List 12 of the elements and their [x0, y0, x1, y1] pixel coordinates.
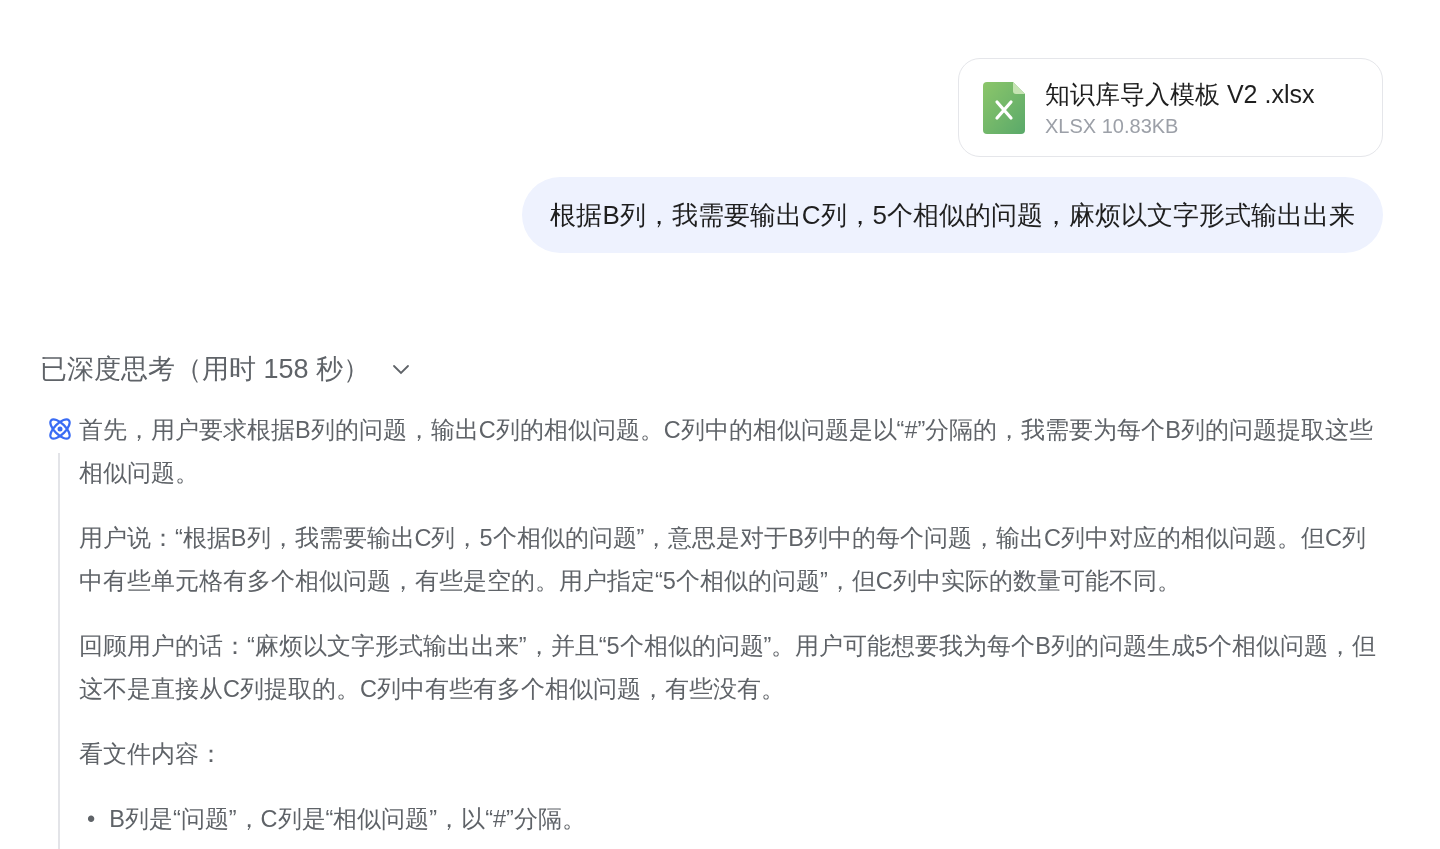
thinking-paragraph: 看文件内容： [79, 740, 224, 769]
file-meta: XLSX 10.83KB [1045, 114, 1180, 138]
spreadsheet-file-icon [983, 81, 1025, 134]
thinking-bullet: B列是“问题”，C列是“相似问题”，以“#”分隔。 [109, 805, 586, 834]
file-name: 知识库导入模板 V2 .xlsx [1045, 78, 1315, 110]
thinking-toggle[interactable]: 已深度思考（用时 158 秒） [40, 351, 411, 387]
thinking-paragraph: 用户说：“根据B列，我需要输出C列，5个相似的问题”，意思是对于B列中的每个问题，输出C列中对应的相似问题。但C列中有些单元格有多个相似问题，有些是空的。用户指定“5个相似的问题”，但C列中实际的数量可能不同。 [79, 524, 1367, 596]
user-message: 根据B列，我需要输出C列，5个相似的问题，麻烦以文字形式输出出来 [522, 177, 1383, 253]
thinking-paragraph: 首先，用户要求根据B列的问题，输出C列的相似问题。C列中的相似问题是以“#”分隔的，我需要为每个B列的问题提取这些相似问题。 [79, 416, 1374, 488]
thinking-paragraph: 回顾用户的话：“麻烦以文字形式输出出来”，并且“5个相似的问题”。用户可能想要我为每个B列的问题生成5个相似问题，但这不是直接从C列提取的。C列中有些有多个相似问题，有些没有。 [79, 632, 1378, 704]
bullet-marker: • [87, 805, 96, 834]
file-card[interactable]: 知识库导入模板 V2 .xlsx XLSX 10.83KB [958, 58, 1383, 157]
